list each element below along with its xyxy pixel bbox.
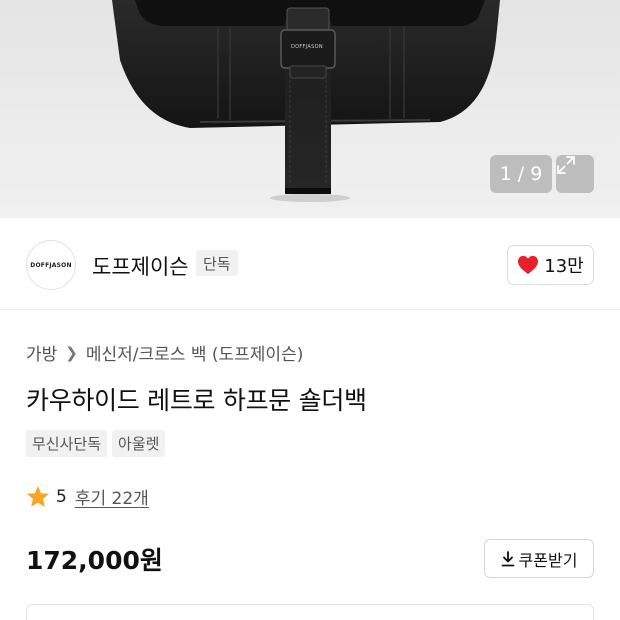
tag-musinsa-exclusive: 무신사단독: [26, 430, 108, 457]
download-icon: [501, 550, 514, 566]
brand-logo[interactable]: DOFFJASON: [26, 240, 76, 290]
product-image-gallery[interactable]: DOFFJASON 1 / 9: [0, 0, 620, 218]
brand-logo-text: DOFFJASON: [30, 261, 72, 269]
image-counter: 1 / 9: [490, 155, 552, 193]
product-title: 카우하이드 레트로 하프문 숄더백: [26, 386, 367, 415]
like-button[interactable]: 13만: [507, 245, 594, 285]
product-price: 172,000원: [26, 546, 163, 575]
rating-row: 5 후기 22개: [26, 484, 149, 509]
rating-score: 5: [56, 486, 67, 507]
like-count: 13만: [544, 256, 584, 277]
expand-image-button[interactable]: [556, 155, 594, 193]
expand-arrows-icon: [557, 156, 575, 174]
breadcrumb-item-bag[interactable]: 가방: [26, 340, 57, 365]
breadcrumb: 가방 ❯ 메신저/크로스 백 (도프제이슨): [26, 340, 303, 366]
coupon-download-button[interactable]: 쿠폰받기: [484, 539, 594, 578]
coupon-label: 쿠폰받기: [518, 550, 578, 570]
exclusive-badge: 단독: [196, 250, 238, 276]
brand-name[interactable]: 도프제이슨: [92, 251, 189, 281]
next-section-box: [26, 604, 594, 620]
review-count-link[interactable]: 후기 22개: [75, 484, 149, 509]
heart-icon: [518, 255, 539, 275]
breadcrumb-item-messenger[interactable]: 메신저/크로스 백 (도프제이슨): [86, 340, 303, 365]
chevron-right-icon: ❯: [65, 343, 78, 362]
tag-outlet: 아울렛: [112, 430, 166, 457]
product-tags: 무신사단독 아울렛: [26, 430, 166, 457]
brand-row: DOFFJASON 도프제이슨 단독 13만: [0, 218, 620, 310]
buckle-brand-text: DOFFJASON: [291, 44, 323, 50]
star-icon: [27, 486, 49, 507]
